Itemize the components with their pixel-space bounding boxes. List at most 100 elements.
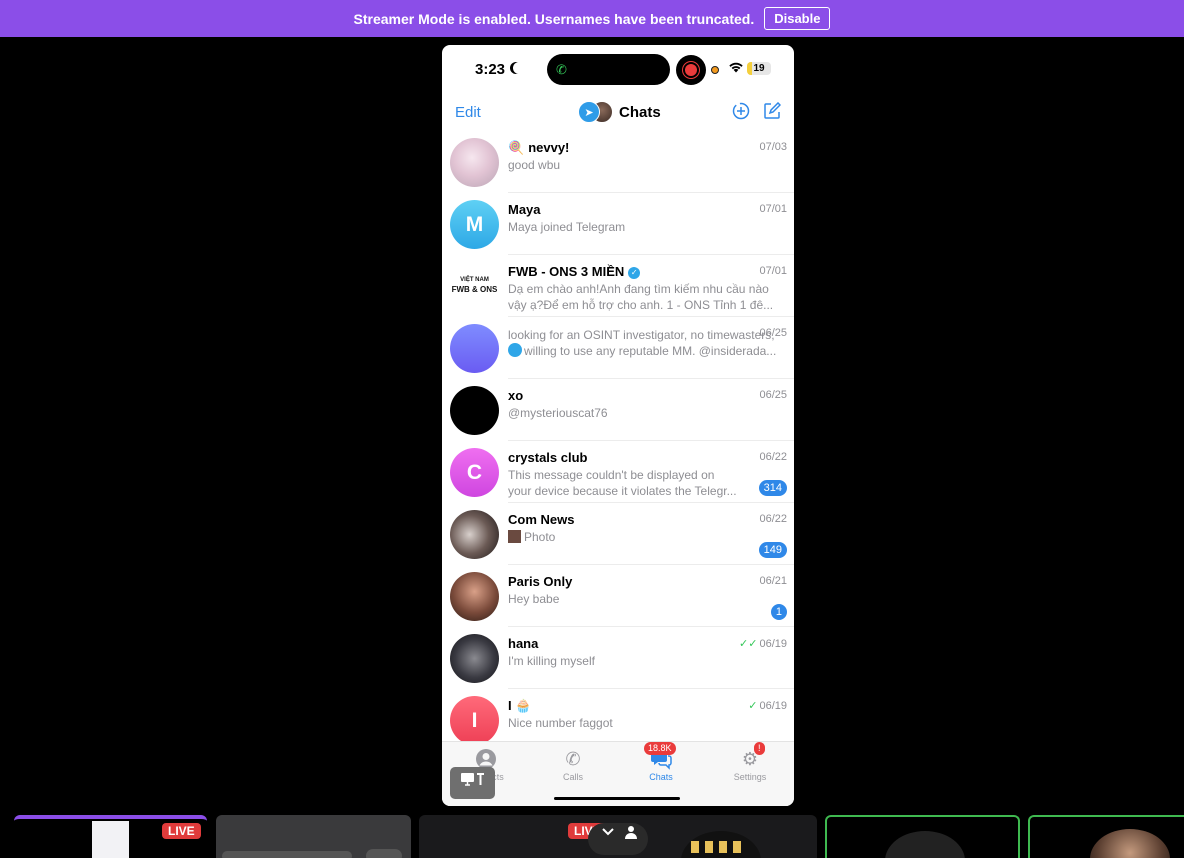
chat-name: FWB - ONS 3 MIỀN ✓ [508,264,641,279]
stream-tile[interactable] [825,815,1020,858]
telegram-icon [508,343,522,357]
double-check-icon: ✓✓ [739,638,758,650]
chat-row[interactable]: 🍭 nevvy! 07/03 good wbu [442,131,794,193]
chat-preview: Dạ em chào anh!Anh đang tìm kiếm nhu cầu… [508,282,774,312]
chat-preview: @mysteriouscat76 [508,406,608,420]
chat-preview: looking for an OSINT investigator, no ti… [508,328,777,358]
banner-text: Streamer Mode is enabled. Usernames have… [353,10,755,27]
chat-date: 06/22 [759,513,787,525]
unread-badge: 314 [758,480,787,496]
edit-button[interactable]: Edit [455,104,481,121]
chat-preview: Maya joined Telegram [508,220,626,234]
streamer-mode-banner: Streamer Mode is enabled. Usernames have… [0,0,1184,37]
chats-unread-badge: 18.8K [644,742,676,755]
chat-name: Paris Only [508,574,573,589]
dynamic-island[interactable]: ✆ [547,54,670,85]
chat-date: 06/25 [759,389,787,401]
chat-name: Maya [508,202,541,217]
chat-row[interactable]: hana ✓✓ 06/19 I'm killing myself [442,627,794,689]
lollipop-icon: 🍭 [508,140,525,155]
chat-row[interactable]: Com News 06/22 Photo 149 [442,503,794,565]
chat-list: 🍭 nevvy! 07/03 good wbu M Maya 07/01 Maya… [442,131,794,741]
chat-avatar [450,324,499,373]
chat-preview: Photo [508,529,790,545]
chat-avatar [450,572,499,621]
chat-date: 07/03 [759,141,787,153]
tab-chats[interactable]: Chats 18.8K [631,742,691,790]
chat-preview: Nice number faggot [508,716,613,730]
chat-preview: Hey babe [508,592,560,606]
chat-preview: I'm killing myself [508,654,595,668]
chat-avatar [450,510,499,559]
chat-avatar: VIỆT NAM FWB & ONS [450,262,499,311]
chat-row[interactable]: Paris Only 06/21 Hey babe 1 [442,565,794,627]
photo-thumbnail [508,530,521,543]
chat-date: 06/21 [759,575,787,587]
unread-badge: 1 [770,604,787,620]
tab-bar: Contacts ✆ Calls Chats 18.8K ⚙ Settings … [442,741,794,806]
nav-title-group[interactable]: ➤ Chats [578,101,661,123]
chat-avatar: I [450,696,499,741]
chat-row[interactable]: M Maya 07/01 Maya joined Telegram [442,193,794,255]
check-icon: ✓ [748,700,758,712]
tab-settings[interactable]: ⚙ Settings ! [720,742,780,790]
status-bar: 3:23 ✆ 19 [442,45,794,93]
chat-row[interactable]: VIỆT NAM FWB & ONS FWB - ONS 3 MIỀN ✓ 07/0… [442,255,794,317]
chat-avatar: C [450,448,499,497]
telegram-icon: ➤ [578,101,600,123]
chat-row[interactable]: I I 🧁 ✓ 06/19 Nice number faggot [442,689,794,741]
chat-row[interactable]: xo 06/25 @mysteriouscat76 [442,379,794,441]
stream-preview [366,849,402,858]
phone-call-icon: ✆ [556,62,567,77]
unread-badge: 149 [758,542,787,558]
screen-share-button[interactable] [450,767,495,799]
settings-alert-badge: ! [754,742,765,755]
page-title: Chats [619,103,661,121]
phone-icon: ✆ [565,749,581,769]
chat-name: xo [508,388,524,403]
moon-icon [513,62,525,74]
tab-calls[interactable]: ✆ Calls [543,742,603,790]
chat-name: crystals club [508,450,588,465]
live-badge: LIVE [162,823,201,839]
cupcake-icon: 🧁 [515,698,532,713]
stream-preview [92,821,129,858]
chat-date: 06/22 [759,451,787,463]
stream-tile[interactable] [1028,815,1184,858]
recording-icon [676,55,706,85]
chat-preview: This message couldn't be displayed on you… [508,468,737,498]
chat-avatar [450,634,499,683]
chat-date: ✓✓ 06/19 [739,638,787,650]
chat-name: 🍭 nevvy! [508,140,570,155]
chat-name: hana [508,636,539,651]
crown-icon [691,841,747,853]
chat-avatar [450,138,499,187]
home-indicator [554,797,680,800]
chat-preview: good wbu [508,158,561,172]
stream-tile[interactable]: LIVE [14,815,207,858]
verified-icon: ✓ [628,267,641,279]
stream-preview [222,851,352,858]
chat-name: I 🧁 [508,698,532,713]
chat-row[interactable]: C crystals club 06/22 This message could… [442,441,794,503]
chat-date: 07/01 [759,265,787,277]
chat-row[interactable]: 06/25 looking for an OSINT investigator,… [442,317,794,379]
chat-name: Com News [508,512,575,527]
stream-avatar [885,831,965,858]
status-time: 3:23 [475,61,506,78]
chat-date: ✓ 06/19 [748,700,787,712]
new-story-icon[interactable] [732,102,750,125]
battery-level: 19 [753,63,765,74]
disable-button[interactable]: Disable [764,7,831,30]
chat-date: 07/01 [759,203,787,215]
phone-screen: 3:23 ✆ 19 Edit ➤ Chats 🍭 nevvy! 07/03 goo… [442,45,794,806]
stream-avatar [1090,829,1170,858]
wifi-icon [728,60,744,76]
nav-bar: Edit ➤ Chats [442,93,794,131]
stream-tile[interactable] [216,815,411,858]
chat-avatar [450,386,499,435]
collapse-chevron-button[interactable] [588,823,648,855]
compose-icon[interactable] [763,101,782,125]
mic-indicator-icon [711,66,719,74]
battery-icon: 19 [747,62,771,75]
